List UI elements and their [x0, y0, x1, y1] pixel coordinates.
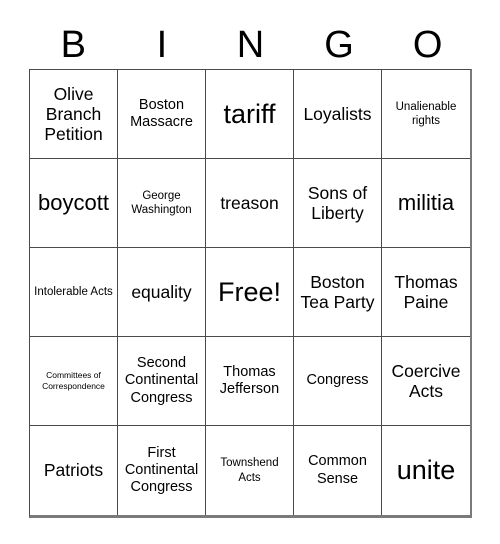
bingo-cell-i4[interactable]: Second Continental Congress — [118, 337, 206, 426]
bingo-cell-o5[interactable]: unite — [382, 426, 470, 515]
bingo-cell-b4[interactable]: Committees of Correspondence — [30, 337, 118, 426]
bingo-cell-g2[interactable]: Sons of Liberty — [294, 159, 382, 248]
bingo-cell-label: First Continental Congress — [124, 444, 199, 496]
bingo-cell-label: George Washington — [131, 189, 192, 216]
bingo-cell-label: Boston Massacre — [130, 96, 193, 130]
bingo-cell-o3[interactable]: Thomas Paine — [382, 248, 470, 337]
bingo-cell-o4[interactable]: Coercive Acts — [382, 337, 470, 426]
bingo-cell-i1[interactable]: Boston Massacre — [118, 70, 206, 159]
bingo-cell-g3[interactable]: Boston Tea Party — [294, 248, 382, 337]
bingo-cell-label: Coercive Acts — [391, 360, 461, 401]
header-letter-b: B — [60, 24, 86, 66]
bingo-cell-label: equality — [131, 281, 192, 302]
bingo-header: B I N G O — [29, 22, 472, 68]
bingo-cell-label: Second Continental Congress — [124, 355, 199, 406]
bingo-cell-n2[interactable]: treason — [206, 159, 294, 248]
header-letter-n: N — [236, 24, 265, 66]
bingo-cell-b1[interactable]: Olive Branch Petition — [30, 70, 118, 159]
bingo-cell-label: Unalienable rights — [395, 100, 457, 127]
bingo-cell-label: treason — [220, 192, 279, 213]
bingo-cell-label: Free! — [217, 276, 282, 307]
bingo-cell-n5[interactable]: Townshend Acts — [206, 426, 294, 515]
bingo-cell-label: Committees of Correspondence — [42, 370, 105, 391]
header-letter-o: O — [412, 24, 443, 66]
bingo-grid: Olive Branch Petition Boston Massacre ta… — [29, 69, 472, 518]
bingo-cell-b3[interactable]: Intolerable Acts — [30, 248, 118, 337]
bingo-cell-label: Sons of Liberty — [307, 182, 368, 223]
header-letter-g: G — [324, 24, 354, 66]
bingo-cell-label: Olive Branch Petition — [44, 83, 103, 145]
bingo-card: B I N G O Olive Branch Petition Boston M… — [0, 0, 500, 544]
bingo-cell-free-space[interactable]: Free! — [206, 248, 294, 337]
bingo-cell-label: Boston Tea Party — [300, 271, 375, 312]
bingo-cell-i2[interactable]: George Washington — [118, 159, 206, 248]
bingo-cell-label: tariff — [223, 98, 276, 129]
bingo-cell-o2[interactable]: militia — [382, 159, 470, 248]
bingo-cell-o1[interactable]: Unalienable rights — [382, 70, 470, 159]
bingo-cell-b5[interactable]: Patriots — [30, 426, 118, 515]
header-letter-i: I — [156, 24, 168, 66]
bingo-cell-i3[interactable]: equality — [118, 248, 206, 337]
bingo-cell-label: Intolerable Acts — [34, 285, 113, 298]
bingo-cell-b2[interactable]: boycott — [30, 159, 118, 248]
bingo-cell-label: boycott — [38, 189, 109, 215]
bingo-cell-label: Thomas Jefferson — [219, 363, 280, 397]
bingo-cell-label: Common Sense — [308, 453, 367, 487]
bingo-cell-g4[interactable]: Congress — [294, 337, 382, 426]
bingo-cell-label: militia — [397, 189, 455, 215]
bingo-cell-i5[interactable]: First Continental Congress — [118, 426, 206, 515]
bingo-cell-label: Thomas Paine — [394, 271, 458, 312]
bingo-cell-g1[interactable]: Loyalists — [294, 70, 382, 159]
bingo-cell-g5[interactable]: Common Sense — [294, 426, 382, 515]
bingo-cell-label: Loyalists — [303, 103, 372, 124]
bingo-cell-label: unite — [396, 455, 456, 486]
bingo-cell-n1[interactable]: tariff — [206, 70, 294, 159]
bingo-cell-label: Patriots — [43, 460, 104, 481]
bingo-cell-n4[interactable]: Thomas Jefferson — [206, 337, 294, 426]
bingo-cell-label: Townshend Acts — [220, 457, 279, 484]
bingo-cell-label: Congress — [306, 372, 369, 389]
